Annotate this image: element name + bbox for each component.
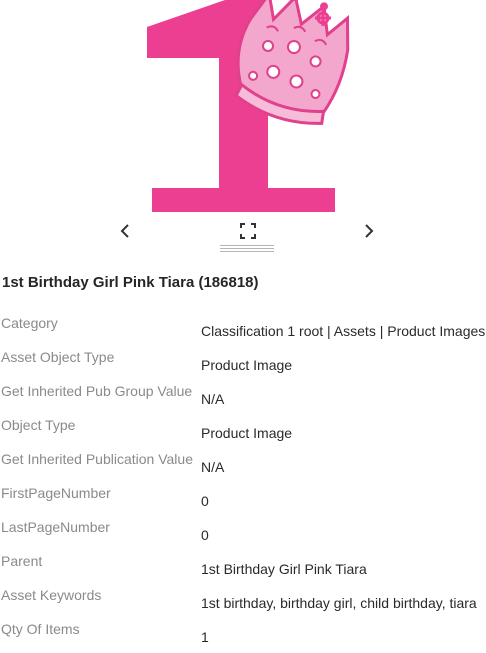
property-label: Object Type <box>1 417 76 433</box>
property-row-qty-of-items: Qty Of Items 1 <box>0 619 486 653</box>
property-row-asset-keywords: Asset Keywords 1st birthday, birthday gi… <box>0 585 486 619</box>
property-value: Classification 1 root | Assets | Product… <box>201 323 486 339</box>
property-label: LastPageNumber <box>1 519 110 535</box>
property-value: 0 <box>201 493 209 509</box>
property-value: 0 <box>201 527 209 543</box>
property-label: Category <box>1 315 58 331</box>
property-label: Asset Object Type <box>1 349 115 365</box>
chevron-left-icon <box>120 224 129 238</box>
property-value: Product Image <box>201 425 293 441</box>
property-label: Get Inherited Publication Value <box>1 451 193 467</box>
properties-list: Category Classification 1 root | Assets … <box>0 313 486 653</box>
property-row-first-page-number: FirstPageNumber 0 <box>0 483 486 517</box>
property-label: Asset Keywords <box>1 587 102 603</box>
property-row-inherited-pub-group: Get Inherited Pub Group Value N/A <box>0 381 486 415</box>
property-value: 1st birthday, birthday girl, child birth… <box>201 595 477 611</box>
property-value: 1st Birthday Girl Pink Tiara <box>201 561 367 577</box>
property-row-object-type: Object Type Product Image <box>0 415 486 449</box>
property-value: N/A <box>201 459 225 475</box>
pink-tiara-number-one-image <box>147 0 350 212</box>
property-row-parent: Parent 1st Birthday Girl Pink Tiara <box>0 551 486 585</box>
property-row-last-page-number: LastPageNumber 0 <box>0 517 486 551</box>
property-label: Parent <box>1 553 43 569</box>
asset-title: 1st Birthday Girl Pink Tiara (186818) <box>2 274 259 291</box>
property-label: Get Inherited Pub Group Value <box>1 383 193 399</box>
fullscreen-icon <box>240 223 256 239</box>
property-row-inherited-publication: Get Inherited Publication Value N/A <box>0 449 486 483</box>
property-row-category: Category Classification 1 root | Assets … <box>0 313 486 347</box>
fullscreen-button[interactable] <box>240 223 256 239</box>
next-image-button[interactable] <box>359 222 379 240</box>
property-value: 1 <box>201 629 209 645</box>
property-label: Qty Of Items <box>1 621 80 637</box>
property-value: N/A <box>201 391 225 407</box>
property-value: Product Image <box>201 357 293 373</box>
previous-image-button[interactable] <box>115 222 135 240</box>
resize-grip-icon[interactable] <box>220 245 274 254</box>
chevron-right-icon <box>365 224 374 238</box>
property-label: FirstPageNumber <box>1 485 111 501</box>
property-row-asset-object-type: Asset Object Type Product Image <box>0 347 486 381</box>
asset-image-preview <box>0 0 486 215</box>
